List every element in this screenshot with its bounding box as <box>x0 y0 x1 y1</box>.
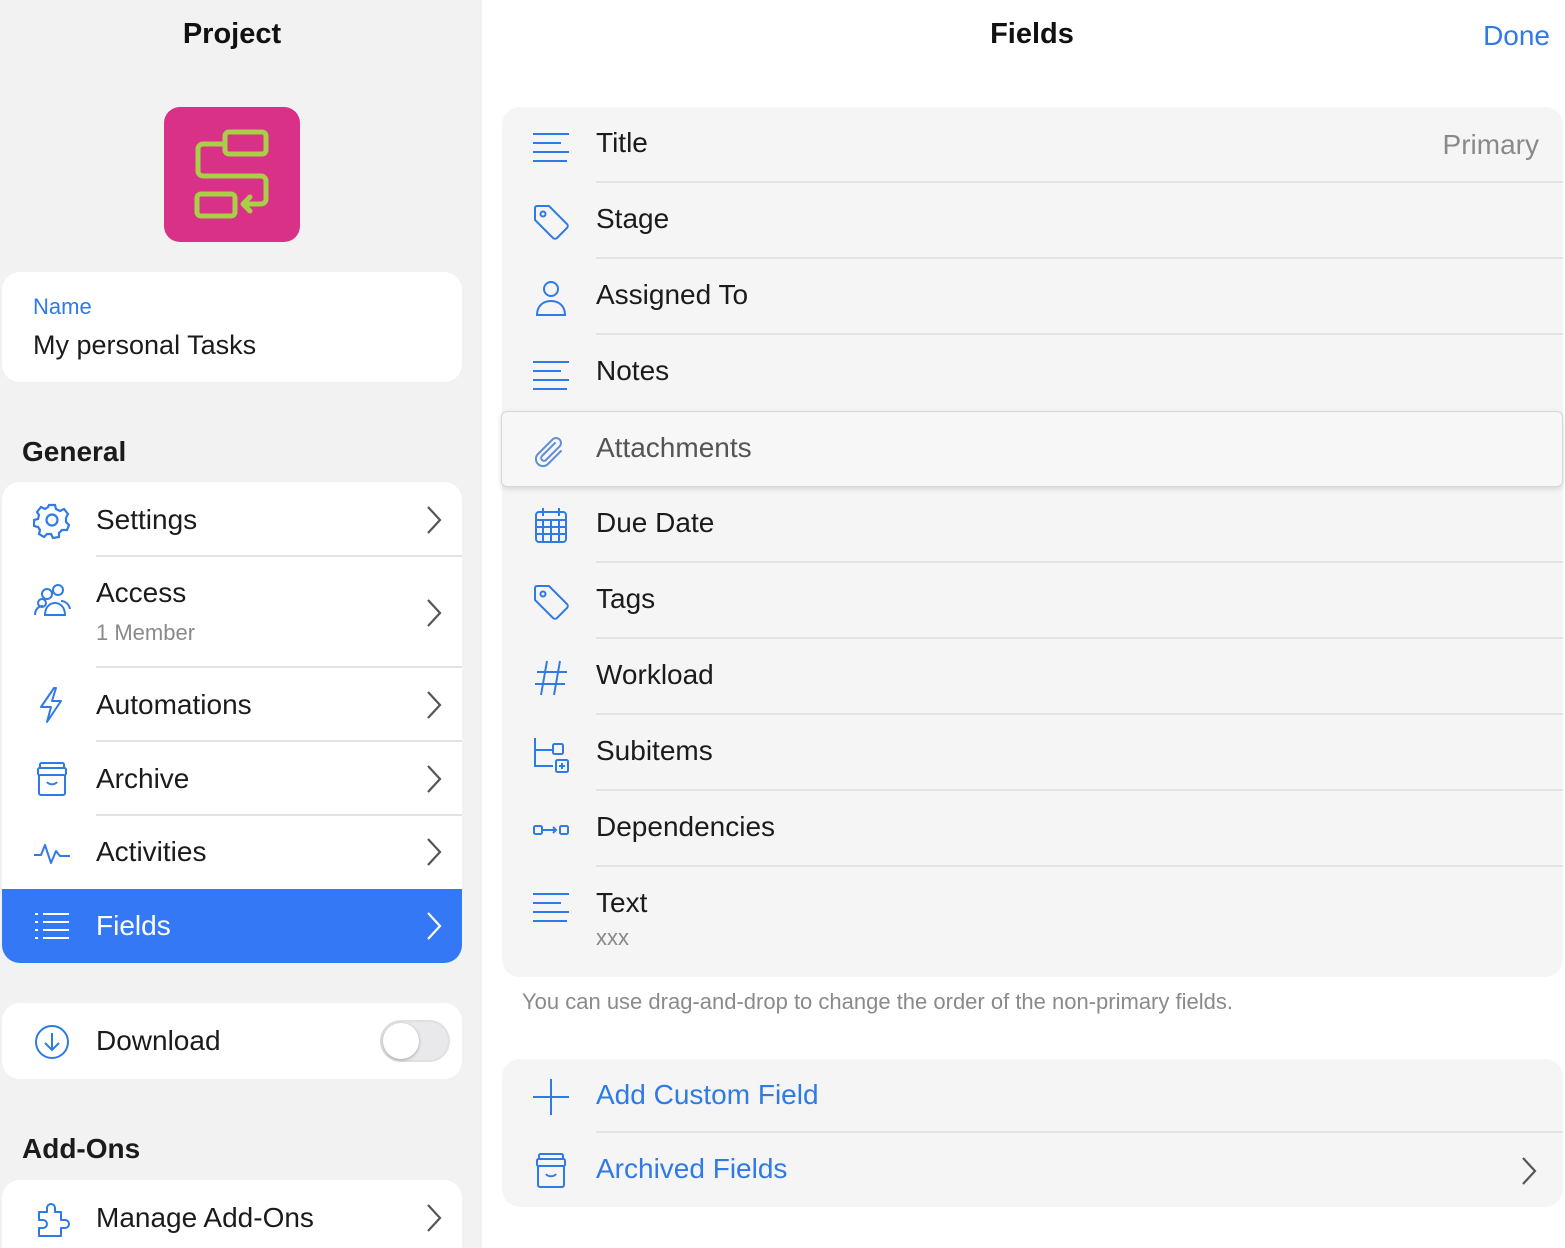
chevron-right-icon <box>427 599 442 627</box>
sidebar-item-fields[interactable]: Fields <box>2 889 462 963</box>
puzzle-icon <box>38 1203 70 1237</box>
field-label: Title <box>596 127 648 158</box>
field-row-notes[interactable]: Notes <box>502 335 1563 411</box>
sidebar-item-archive[interactable]: Archive <box>2 742 462 816</box>
field-label: Notes <box>596 355 670 386</box>
field-label: Assigned To <box>596 279 749 310</box>
field-row-assigned-to[interactable]: Assigned To <box>502 259 1563 335</box>
text-lines-icon <box>533 133 569 162</box>
addons-menu: Manage Add-Ons <box>2 1180 462 1248</box>
project-name-field[interactable]: My personal Tasks <box>33 330 256 361</box>
download-circle-icon <box>35 1025 69 1059</box>
activity-pulse-icon <box>34 844 70 864</box>
sidebar-item-access[interactable]: Access 1 Member <box>2 557 462 668</box>
chevron-right-icon <box>427 838 442 866</box>
sidebar-item-settings[interactable]: Settings <box>2 482 462 557</box>
action-label: Add Custom Field <box>596 1079 819 1110</box>
download-card: Download <box>2 1003 462 1079</box>
chevron-right-icon <box>427 1204 442 1232</box>
sidebar-title: Project <box>182 18 282 50</box>
field-label: Text <box>596 887 648 918</box>
people-icon <box>34 584 71 616</box>
field-row-dependencies[interactable]: Dependencies <box>502 791 1563 867</box>
text-lines-icon <box>533 361 569 390</box>
field-actions: Add Custom Field Archived Fields <box>502 1059 1563 1207</box>
chevron-right-icon <box>427 912 442 940</box>
hash-icon <box>535 660 567 696</box>
download-label: Download <box>96 1025 221 1056</box>
lightning-icon <box>40 687 62 723</box>
sidebar-item-activities[interactable]: Activities <box>2 816 462 889</box>
person-icon <box>535 281 567 316</box>
tag-icon <box>534 585 569 620</box>
addons-heading: Add-Ons <box>22 1133 141 1164</box>
plus-icon <box>533 1079 569 1115</box>
sidebar-item-label: Manage Add-Ons <box>96 1202 314 1233</box>
field-row-stage[interactable]: Stage <box>502 183 1563 259</box>
done-button[interactable]: Done <box>1483 20 1550 52</box>
calendar-icon <box>535 508 567 543</box>
field-row-title[interactable]: Title Primary <box>502 107 1563 183</box>
field-label: Stage <box>596 203 670 234</box>
general-heading: General <box>22 436 127 467</box>
text-lines-icon <box>533 893 569 922</box>
project-sidebar: Project Name My personal Tasks General S… <box>0 0 482 1248</box>
field-label: Dependencies <box>596 811 776 842</box>
project-name-card[interactable]: Name My personal Tasks <box>2 272 462 382</box>
primary-badge: Primary <box>1442 129 1539 160</box>
download-toggle[interactable] <box>380 1020 450 1062</box>
archive-box-icon <box>536 1153 566 1188</box>
field-label: Workload <box>596 659 714 690</box>
field-row-text[interactable]: Text xxx <box>502 867 1563 977</box>
reorder-hint: You can use drag-and-drop to change the … <box>522 989 1233 1014</box>
general-menu: Settings Access 1 Member Automations Arc… <box>2 482 462 963</box>
sidebar-item-label: Access <box>96 577 187 608</box>
sidebar-item-label: Automations <box>96 689 252 720</box>
fields-panel: Fields Done Title Primary Stage Assigned… <box>482 0 1565 1248</box>
sidebar-item-label: Archive <box>96 763 190 794</box>
field-row-attachments[interactable]: Attachments <box>501 411 1563 487</box>
project-app-icon[interactable] <box>164 107 300 242</box>
gear-icon <box>33 503 71 539</box>
chevron-right-icon <box>427 765 442 793</box>
field-row-workload[interactable]: Workload <box>502 639 1563 715</box>
paperclip-icon <box>534 437 562 468</box>
sidebar-item-label: Activities <box>96 836 207 867</box>
field-label: Tags <box>596 583 656 614</box>
field-row-due-date[interactable]: Due Date <box>502 487 1563 563</box>
archive-box-icon <box>37 762 67 796</box>
field-subtitle: xxx <box>596 925 629 950</box>
sidebar-item-manage-addons[interactable]: Manage Add-Ons <box>2 1180 462 1248</box>
archived-fields-button[interactable]: Archived Fields <box>502 1133 1563 1207</box>
list-icon <box>35 913 69 939</box>
subitems-icon <box>534 738 569 773</box>
field-label: Attachments <box>596 432 752 463</box>
toggle-knob <box>383 1023 419 1059</box>
sidebar-item-label: Fields <box>96 910 171 941</box>
chevron-right-icon <box>427 691 442 719</box>
dependencies-icon <box>533 825 569 835</box>
page-title: Fields <box>990 18 1074 50</box>
flow-icon <box>194 129 269 219</box>
field-label: Due Date <box>596 507 715 538</box>
name-field-label: Name <box>33 294 92 319</box>
chevron-right-icon <box>427 506 442 534</box>
add-custom-field-button[interactable]: Add Custom Field <box>502 1059 1563 1133</box>
field-row-tags[interactable]: Tags <box>502 563 1563 639</box>
access-member-count: 1 Member <box>96 620 196 645</box>
tag-icon <box>534 205 569 240</box>
action-label: Archived Fields <box>596 1153 788 1184</box>
fields-list: Title Primary Stage Assigned To Notes At… <box>501 107 1563 977</box>
sidebar-item-label: Settings <box>96 504 198 535</box>
chevron-right-icon <box>1522 1157 1537 1185</box>
field-row-subitems[interactable]: Subitems <box>502 715 1563 791</box>
sidebar-item-automations[interactable]: Automations <box>2 668 462 742</box>
download-row: Download <box>2 1003 462 1079</box>
field-label: Subitems <box>596 735 713 766</box>
